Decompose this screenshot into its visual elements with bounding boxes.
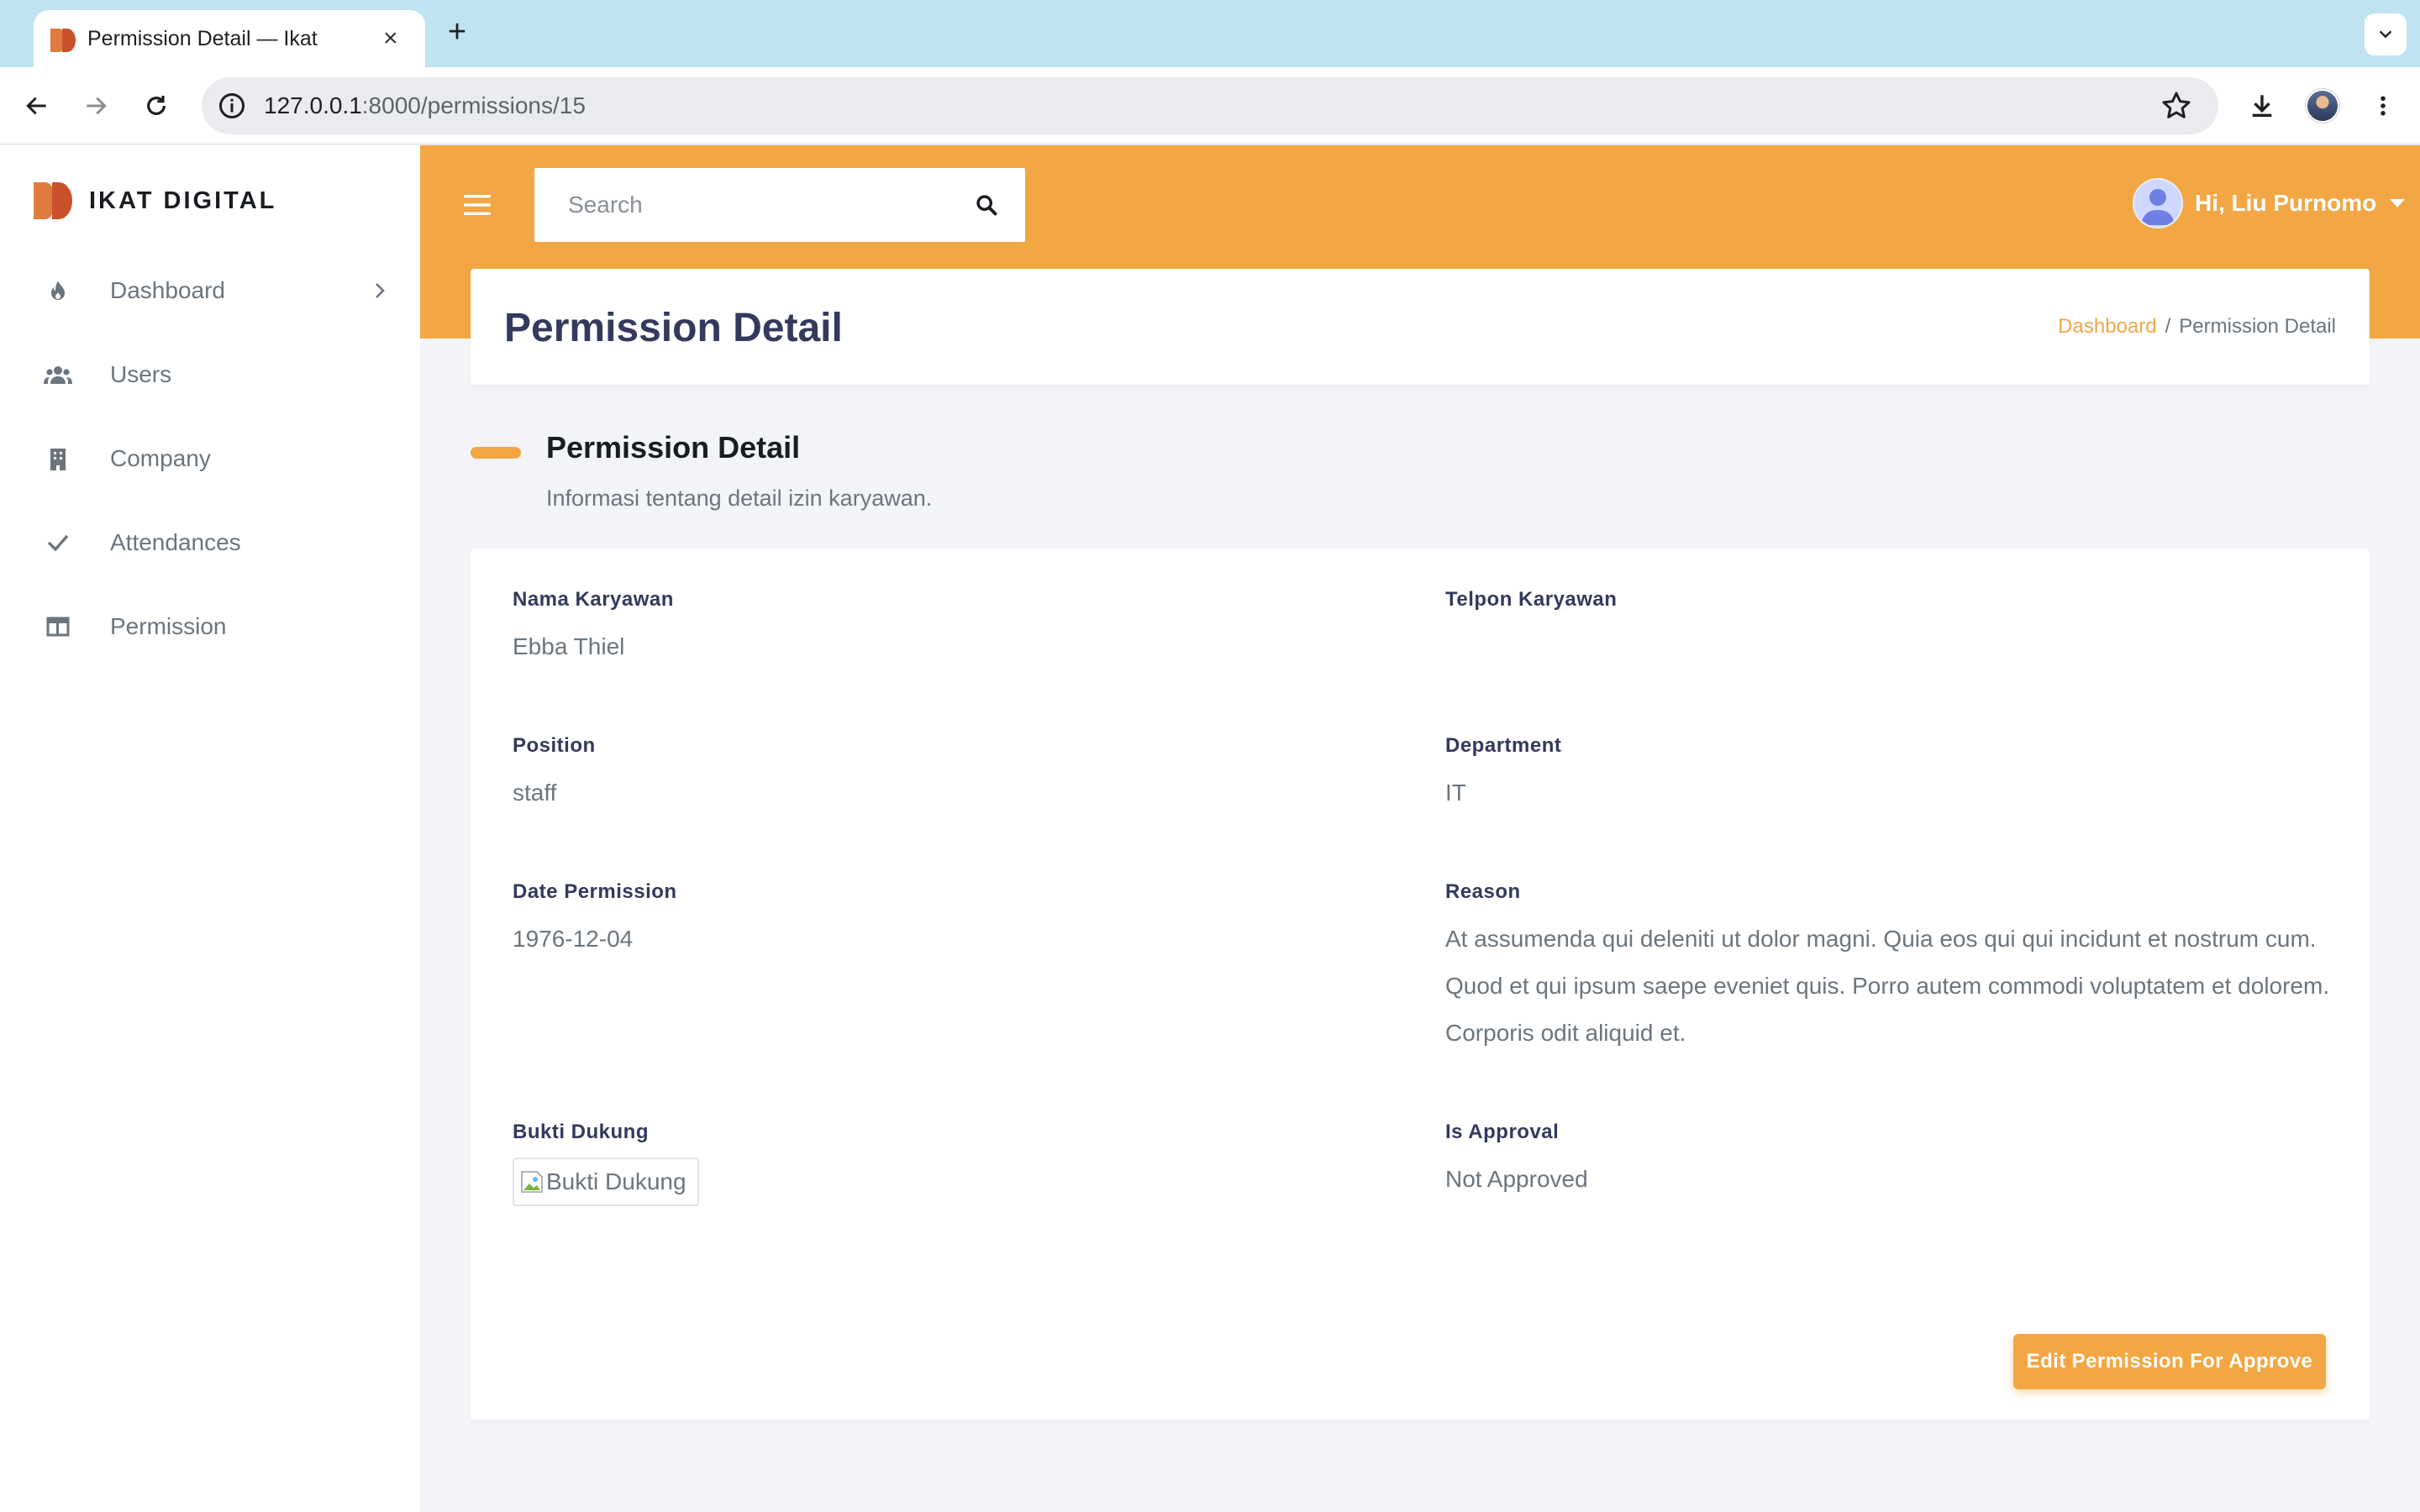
profile-button[interactable] (2302, 86, 2343, 126)
sidebar-item-label: Attendances (110, 529, 241, 555)
bukti-dukung-label: Bukti Dukung (513, 1121, 649, 1143)
department-label: Department (1445, 734, 1562, 757)
site-info-icon[interactable] (217, 91, 247, 121)
is-approval-value: Not Approved (1445, 1166, 1588, 1192)
permission-detail-card: Nama Karyawan Ebba Thiel Telpon Karyawan… (471, 549, 2370, 1420)
date-permission-value: 1976-12-04 (513, 926, 634, 952)
tab-title: Permission Detail — Ikat (87, 27, 318, 50)
section-title-accent (471, 447, 521, 459)
reload-icon (147, 96, 166, 115)
url-text: 127.0.0.1:8000/permissions/15 (264, 77, 586, 134)
page-title: Permission Detail (504, 306, 843, 350)
user-avatar-icon (2141, 189, 2175, 225)
ikat-favicon-icon (50, 29, 76, 52)
sidebar-item-label: Users (110, 361, 172, 387)
browser-tab[interactable]: Permission Detail — Ikat × (34, 10, 425, 67)
user-greeting: Hi, Liu Purnomo (2195, 190, 2377, 216)
sidebar-item-label: Permission (110, 613, 227, 639)
fire-icon (44, 276, 72, 305)
search-icon (976, 195, 997, 216)
breadcrumb-dashboard-link[interactable]: Dashboard (2058, 315, 2156, 338)
arrow-left-icon (26, 97, 46, 115)
is-approval-label: Is Approval (1445, 1121, 1560, 1143)
tab-search-button[interactable] (2365, 13, 2407, 55)
sidebar-item-label: Dashboard (110, 277, 225, 303)
brand[interactable]: IKAT DIGITAL (32, 177, 276, 224)
edit-permission-button[interactable]: Edit Permission For Approve (2013, 1334, 2326, 1389)
reload-button[interactable] (138, 87, 175, 124)
tab-close-icon[interactable]: × (383, 10, 398, 67)
bukti-dukung-image: Bukti Dukung (513, 1158, 699, 1206)
url-path: :8000/permissions/15 (361, 92, 586, 118)
new-tab-button[interactable]: + (440, 13, 474, 50)
arrow-right-icon (87, 97, 107, 115)
sidebar-item-dashboard[interactable]: Dashboard (0, 257, 420, 324)
search-button[interactable] (970, 188, 1003, 222)
search-form (534, 168, 1025, 242)
reason-value: At assumenda qui deleniti ut dolor magni… (1445, 926, 2330, 1046)
downloads-button[interactable] (2242, 86, 2282, 126)
url-host: 127.0.0.1 (264, 92, 362, 118)
browser-toolbar: 127.0.0.1:8000/permissions/15 (0, 67, 2420, 144)
position-label: Position (513, 734, 596, 757)
breadcrumb: Dashboard / Permission Detail (2058, 269, 2336, 385)
breadcrumb-separator: / (2165, 315, 2171, 338)
chevron-right-icon (376, 283, 385, 298)
sidebar-item-company[interactable]: Company (0, 425, 420, 492)
search-input[interactable] (568, 168, 955, 242)
position-value: staff (513, 780, 557, 806)
department-value: IT (1445, 780, 1466, 806)
building-icon (44, 444, 72, 473)
address-bar[interactable]: 127.0.0.1:8000/permissions/15 (202, 77, 2218, 134)
hamburger-menu-icon[interactable] (460, 188, 494, 222)
bukti-dukung-alt-text: Bukti Dukung (546, 1168, 687, 1194)
browser-menu-button[interactable] (2363, 86, 2403, 126)
check-icon (44, 528, 72, 557)
breadcrumb-current: Permission Detail (2179, 315, 2336, 338)
user-avatar (2133, 178, 2183, 228)
date-permission-label: Date Permission (513, 880, 677, 903)
back-button[interactable] (18, 87, 55, 124)
download-icon (2252, 95, 2272, 118)
table-icon (44, 612, 72, 641)
more-vertical-icon (2381, 96, 2386, 116)
bookmark-star-icon[interactable] (2160, 89, 2193, 123)
section-header: Permission Detail Dashboard / Permission D… (471, 269, 2370, 385)
broken-image-icon (521, 1171, 543, 1193)
chevron-down-icon (2379, 30, 2392, 39)
user-dropdown[interactable]: Hi, Liu Purnomo (2133, 178, 2406, 228)
brand-name: IKAT DIGITAL (89, 186, 277, 214)
users-icon (44, 360, 72, 389)
sidebar-item-attendances[interactable]: Attendances (0, 509, 420, 576)
telpon-karyawan-label: Telpon Karyawan (1445, 588, 1618, 611)
sidebar-item-users[interactable]: Users (0, 341, 420, 408)
profile-avatar (2306, 89, 2339, 123)
browser-tab-strip: Permission Detail — Ikat × + (0, 0, 2420, 67)
section-description: Informasi tentang detail izin karyawan. (546, 486, 933, 511)
nama-karyawan-label: Nama Karyawan (513, 588, 674, 611)
reason-label: Reason (1445, 880, 1521, 903)
nama-karyawan-value: Ebba Thiel (513, 633, 625, 659)
caret-down-icon (2390, 199, 2406, 207)
sidebar-item-permission[interactable]: Permission (0, 593, 420, 660)
forward-button[interactable] (77, 87, 114, 124)
sidebar: IKAT DIGITAL Dashboard Users Company Att… (0, 145, 420, 1512)
sidebar-item-label: Company (110, 445, 211, 471)
section-title: Permission Detail (546, 430, 801, 465)
ikat-logo-icon (34, 182, 72, 219)
